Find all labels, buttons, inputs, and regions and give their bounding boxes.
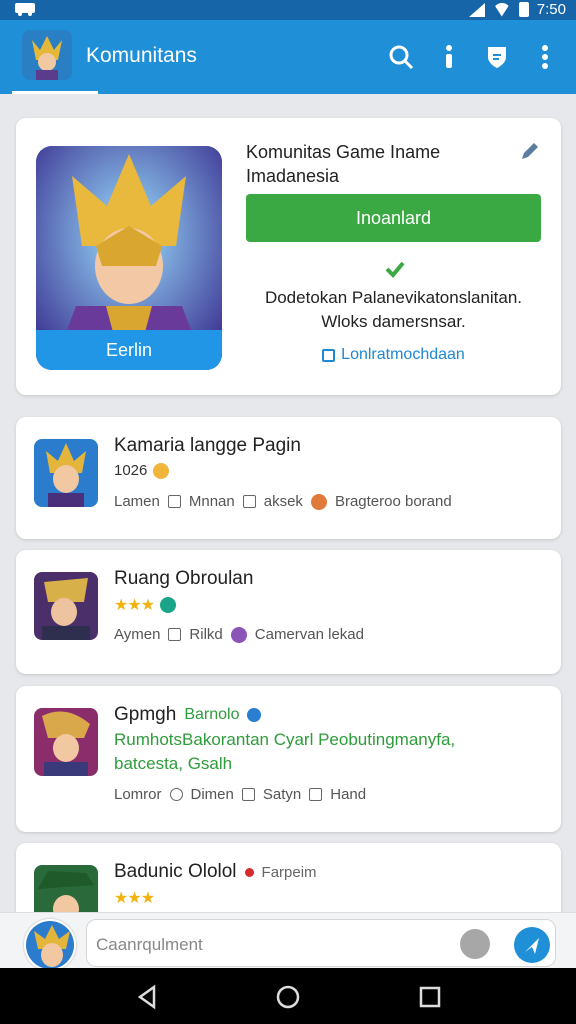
post-actions: Aymen Rilkd Camervan lekad [114,626,364,643]
post-actions: Lomror Dimen Satyn Hand [114,786,366,803]
community-link[interactable]: Lonlratmochdaan [246,346,541,364]
post-card[interactable]: Ruang Obroulan ★★★ Aymen Rilkd Camervan … [16,550,561,674]
live-dot-icon [244,867,254,877]
action-label[interactable]: Mnnan [189,493,235,510]
wifi-icon [492,2,511,17]
recents-icon[interactable] [417,984,443,1010]
action-label[interactable]: Satyn [263,786,301,803]
post-meta: ★★★ [114,888,155,908]
status-time: 7:50 [536,1,566,18]
community-description: Dodetokan Palanevikatonslanitan. Wloks d… [264,288,523,331]
action-label[interactable]: Aymen [114,626,160,643]
join-button[interactable]: Inoanlard [246,194,541,242]
action-label[interactable]: Dimen [191,786,234,803]
action-label[interactable]: Bragteroo borand [335,493,452,510]
search-icon[interactable] [384,40,418,74]
post-thumbnail[interactable] [34,439,98,507]
post-meta: ★★★ [114,595,177,615]
user-avatar[interactable] [24,919,76,971]
share-icon[interactable] [241,788,255,801]
post-tag[interactable]: Barnolo [184,706,239,724]
action-label[interactable]: Hand [330,786,366,803]
action-label[interactable]: aksek [264,493,303,510]
post-card[interactable]: Badunic Ololol Farpeim ★★★ [16,843,561,933]
post-tag[interactable]: Farpeim [262,864,317,881]
hero-thumb-icon [34,439,98,507]
community-profile-card: Eerlin Komunitas Game Iname Imadanesia I… [16,118,561,395]
action-label[interactable]: Lamen [114,493,160,510]
smile-emoji-icon [153,462,170,479]
hero-thumb-icon [34,572,98,640]
share-icon[interactable] [242,495,256,508]
post-count: 1026 [114,462,148,479]
post-thumbnail[interactable] [34,708,98,776]
community-link-label: Lonlratmochdaan [341,346,465,363]
avatar-chip-label: Eerlin [36,330,222,370]
community-name: Komunitas Game Iname Imadanesia [246,142,441,186]
post-title-row: Badunic Ololol Farpeim [114,861,317,883]
angry-emoji-icon[interactable] [310,493,327,510]
overflow-menu-icon[interactable] [528,40,562,74]
post-card[interactable]: Gpmgh Barnolo RumhotsBakorantan Cyarl Pe… [16,686,561,832]
user-avatar-icon [26,921,74,969]
post-title: Kamaria langge Pagin [114,435,301,456]
comment-icon[interactable] [169,788,183,801]
community-avatar[interactable]: Eerlin [36,146,222,370]
more-info-icon[interactable] [432,40,466,74]
app-logo-icon[interactable] [22,30,72,80]
link-icon [322,348,336,362]
checkmark-icon [385,261,405,278]
app-bar: Komunitans [0,20,576,94]
post-body: RumhotsBakorantan Cyarl Peobutingmanyfa,… [114,730,456,773]
shield-icon[interactable] [480,40,514,74]
rating-stars-icon: ★★★ [114,890,155,907]
send-icon[interactable] [514,927,550,963]
action-label[interactable]: Camervan lekad [255,626,364,643]
active-tab-indicator [12,91,98,94]
post-meta: 1026 [114,462,170,479]
post-title: Gpmgh [114,704,177,725]
globe-icon [160,597,177,613]
post-thumbnail[interactable] [34,572,98,640]
action-label[interactable]: Lomror [114,786,162,803]
home-icon[interactable] [275,984,301,1010]
react-emoji-icon[interactable] [230,626,247,643]
post-title-row: Gpmgh Barnolo [114,704,262,726]
bookmark-icon[interactable] [309,788,323,801]
post-card[interactable]: Kamaria langge Pagin 1026 Lamen Mnnan ak… [16,417,561,539]
post-title: Badunic Ololol [114,861,237,882]
comment-icon[interactable] [167,495,181,508]
back-icon[interactable] [134,984,160,1010]
system-navigation-bar [0,968,576,1024]
globe-icon [247,708,262,722]
status-bar: 7:50 [0,0,576,20]
comment-placeholder: Caanrqulment [96,935,203,954]
notification-icon [15,3,35,16]
hero-thumb-icon [34,708,98,776]
emoji-picker-icon[interactable] [460,929,490,959]
battery-icon [518,2,529,17]
post-title: Ruang Obroulan [114,568,254,589]
app-title: Komunitans [86,44,197,67]
comment-composer: Caanrqulment [0,912,576,971]
action-label[interactable]: Rilkd [189,626,222,643]
edit-pencil-icon[interactable] [519,140,541,162]
post-actions: Lamen Mnnan aksek Bragteroo borand [114,493,452,510]
signal-icon [468,2,485,17]
rating-stars-icon: ★★★ [114,597,155,614]
comment-icon[interactable] [168,628,182,641]
